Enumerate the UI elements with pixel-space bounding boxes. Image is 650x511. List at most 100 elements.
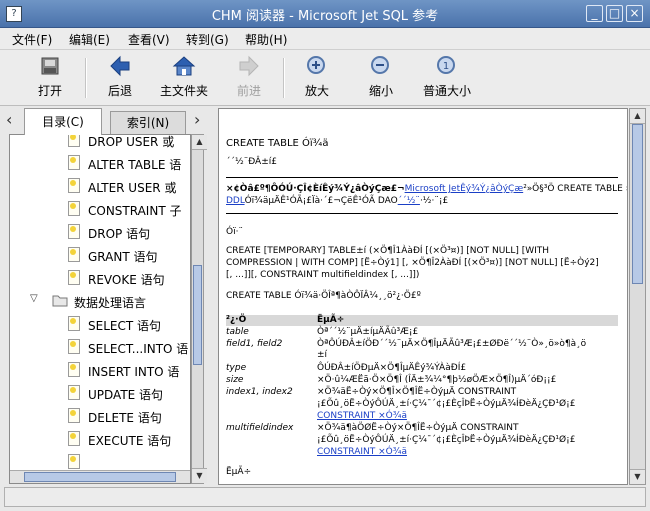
menu-help[interactable]: 帮助(H) <box>245 31 287 48</box>
scroll-down-icon[interactable]: ▼ <box>630 469 645 484</box>
remarks-heading: ËµÃ÷ <box>226 467 252 477</box>
tree-item-label: SELECT 语句 <box>88 319 161 333</box>
zoom-out-button[interactable]: 缩小 <box>367 54 395 99</box>
zoom-in-label: 放大 <box>304 84 329 98</box>
menu-file[interactable]: 文件(F) <box>12 31 52 48</box>
open-icon <box>41 57 59 75</box>
note-mid2: Óï¾äµÄÊ¹ÓÃ¡£Ïà·´£¬ÇëÊ¹ÓÃ DAO <box>244 196 398 206</box>
param-name: type <box>226 363 247 373</box>
zoom-normal-icon: 1 <box>437 56 455 74</box>
doc-note-line2: DDLÓï¾äµÄÊ¹ÓÃ¡£Ïà·´£¬ÇëÊ¹ÓÃ DAO´´½¨·½·¨¡… <box>226 196 448 206</box>
page-icon <box>68 247 80 262</box>
table-header <box>226 315 618 326</box>
table-header-part: ²¿·Ö <box>226 315 247 325</box>
table-header-desc: ËµÃ÷ <box>317 315 345 325</box>
close-button[interactable]: × <box>626 5 643 22</box>
note-prefix: ×¢Òâ£º¶ÔÓÚ·ÇÎ¢ÈíÊý¾Ý¿âÒýÇæ£¬ <box>226 184 405 194</box>
toolbar-separator <box>283 58 285 98</box>
param-desc: ÒªÔÚÐÂ±íÖÐ´´½¨µÄ×Ö¶ÎµÄÃû³Æ¡£±ØÐë´´½¨Ò»¸ö… <box>317 339 587 349</box>
menu-edit[interactable]: 编辑(E) <box>69 31 110 48</box>
normal-size-button[interactable]: 1 普通大小 <box>420 54 474 99</box>
document-scroll-thumb[interactable] <box>632 124 643 284</box>
tab-index[interactable]: 索引(N) <box>110 111 186 135</box>
param-name: multifieldindex <box>226 423 294 433</box>
syntax-line: CREATE [TEMPORARY] TABLE±í (×Ö¶Î1ÀàÐÍ [(… <box>226 246 550 256</box>
page-icon <box>68 201 80 216</box>
tab-scroll-left-icon[interactable]: ‹ <box>6 110 12 129</box>
param-name: index1, index2 <box>226 387 293 397</box>
param-desc: ×Ö·û¼ÆËã·Ö×Ö¶Î (ÎÄ±¾¼°¶þ½øÖÆ×Ö¶Î)µÄ´óÐ¡¡… <box>317 375 557 385</box>
param-name: table <box>226 327 249 337</box>
constraint-link[interactable]: CONSTRAINT ×Ó¾ä <box>317 447 407 457</box>
forward-button[interactable]: 前进 <box>235 54 263 99</box>
tree-item-label: EXECUTE 语句 <box>88 434 172 448</box>
syntax-line: COMPRESSION | WITH COMP] [Ë÷Òý1] [, ×Ö¶Î… <box>226 258 599 268</box>
zoom-in-button[interactable]: 放大 <box>303 54 331 99</box>
document-vertical-scrollbar[interactable]: ▲ ▼ <box>629 108 646 485</box>
param-name: field1, field2 <box>226 339 283 349</box>
param-desc: ±í <box>317 350 328 360</box>
tab-contents[interactable]: 目录(C) <box>24 108 102 135</box>
page-icon <box>68 178 80 193</box>
home-button[interactable]: 主文件夹 <box>158 54 210 99</box>
page-icon <box>68 339 80 354</box>
syntax-line: [, ...]][, CONSTRAINT multifieldindex [,… <box>226 270 420 280</box>
contents-tree[interactable]: DROP USER 或 ALTER TABLE 语 ALTER USER 或 C… <box>9 134 191 484</box>
expander-down-icon[interactable]: ▽ <box>30 293 38 304</box>
tree-item-label: CONSTRAINT 子 <box>88 204 182 218</box>
horizontal-scroll-thumb[interactable] <box>24 472 176 482</box>
back-label: 后退 <box>107 84 132 98</box>
page-icon <box>68 155 80 170</box>
tree-item-label: ALTER TABLE 语 <box>88 158 182 172</box>
menu-go[interactable]: 转到(G) <box>186 31 229 48</box>
divider <box>226 177 618 178</box>
document-view[interactable]: CREATE TABLE Óï¾ä ´´½¨ÐÂ±í£ ×¢Òâ£º¶ÔÓÚ·Ç… <box>218 108 628 485</box>
constraint-link[interactable]: CONSTRAINT ×Ó¾ä <box>317 411 407 421</box>
sidebar: ‹ 目录(C) 索引(N) › DROP USER 或 ALTER TABLE … <box>4 108 212 485</box>
horizontal-scrollbar[interactable] <box>10 470 190 483</box>
doc-subtitle: ´´½¨ÐÂ±í£ <box>226 157 277 167</box>
status-bar <box>4 487 646 507</box>
param-desc: ¡£Õû¸öË÷ÒýÔÚÄ¸±í·Ç¼¯´¢¡£ÈçÎÞË÷ÒýµÄ¾ÍÐèÄ¿… <box>317 399 576 409</box>
param-desc: ×Ö¾ä¶àÖØË÷Òý×Ö¶ÎË÷ÒýµÄ CONSTRAINT <box>317 423 519 433</box>
tree-vertical-scrollbar[interactable]: ▲ ▼ <box>191 134 207 484</box>
page-icon <box>68 316 80 331</box>
home-icon <box>172 56 196 76</box>
scroll-up-icon[interactable]: ▲ <box>630 109 645 124</box>
maximize-button[interactable]: □ <box>606 5 623 22</box>
divider <box>226 213 618 214</box>
page-icon <box>68 385 80 400</box>
minimize-button[interactable]: _ <box>586 5 603 22</box>
tree-item-label: INSERT INTO 语 <box>88 365 180 379</box>
tree-folder-label: 数据处理语言 <box>74 296 147 310</box>
parts-intro: CREATE TABLE Óï¾ä·ÖÎª¶àÒÔÏÂ¼¸¸ö²¿·Ö£º <box>226 291 421 301</box>
forward-label: 前进 <box>236 84 261 98</box>
tree-scroll-thumb[interactable] <box>193 265 202 365</box>
create-link[interactable]: ´´½¨ <box>398 196 420 206</box>
page-icon <box>68 135 80 147</box>
menu-bar: 文件(F) 编辑(E) 查看(V) 转到(G) 帮助(H) <box>0 28 650 50</box>
scroll-up-icon[interactable]: ▲ <box>192 135 207 150</box>
scroll-down-icon[interactable]: ▼ <box>192 468 207 483</box>
toolbar: 打开 后退 主文件夹 前进 放大 缩小 1 普通大小 <box>0 50 650 106</box>
doc-note-line1: ×¢Òâ£º¶ÔÓÚ·ÇÎ¢ÈíÊý¾Ý¿âÒýÇæ£¬Microsoft Je… <box>226 184 628 194</box>
page-icon <box>68 454 80 469</box>
toolbar-separator <box>85 58 87 98</box>
window-title: CHM 阅读器 - Microsoft Jet SQL 参考 <box>211 9 439 24</box>
ddl-link[interactable]: DDL <box>226 196 245 206</box>
doc-heading: CREATE TABLE Óï¾ä <box>226 138 329 149</box>
menu-view[interactable]: 查看(V) <box>128 31 170 48</box>
jet-engine-link[interactable]: Microsoft JetÊý¾Ý¿âÒýÇæ <box>405 184 524 194</box>
note-mid: ²»Ö§³Ö CREATE TABLE »ò <box>523 184 628 194</box>
zoom-out-label: 缩小 <box>368 84 393 98</box>
tab-scroll-right-icon[interactable]: › <box>194 110 200 129</box>
page-icon <box>68 270 80 285</box>
page-icon <box>68 224 80 239</box>
open-button[interactable]: 打开 <box>36 54 64 99</box>
open-label: 打开 <box>37 84 62 98</box>
param-name: size <box>226 375 244 385</box>
forward-arrow-icon <box>239 55 259 77</box>
back-button[interactable]: 后退 <box>104 54 136 99</box>
param-desc: ÔÚÐÂ±íÖÐµÄ×Ö¶ÎµÄÊý¾ÝÀàÐÍ£ <box>317 363 467 373</box>
param-desc: ¡£Õû¸öË÷ÒýÔÚÄ¸±í·Ç¼¯´¢¡£ÈçÎÞË÷ÒýµÄ¾ÍÐèÄ¿… <box>317 435 576 445</box>
